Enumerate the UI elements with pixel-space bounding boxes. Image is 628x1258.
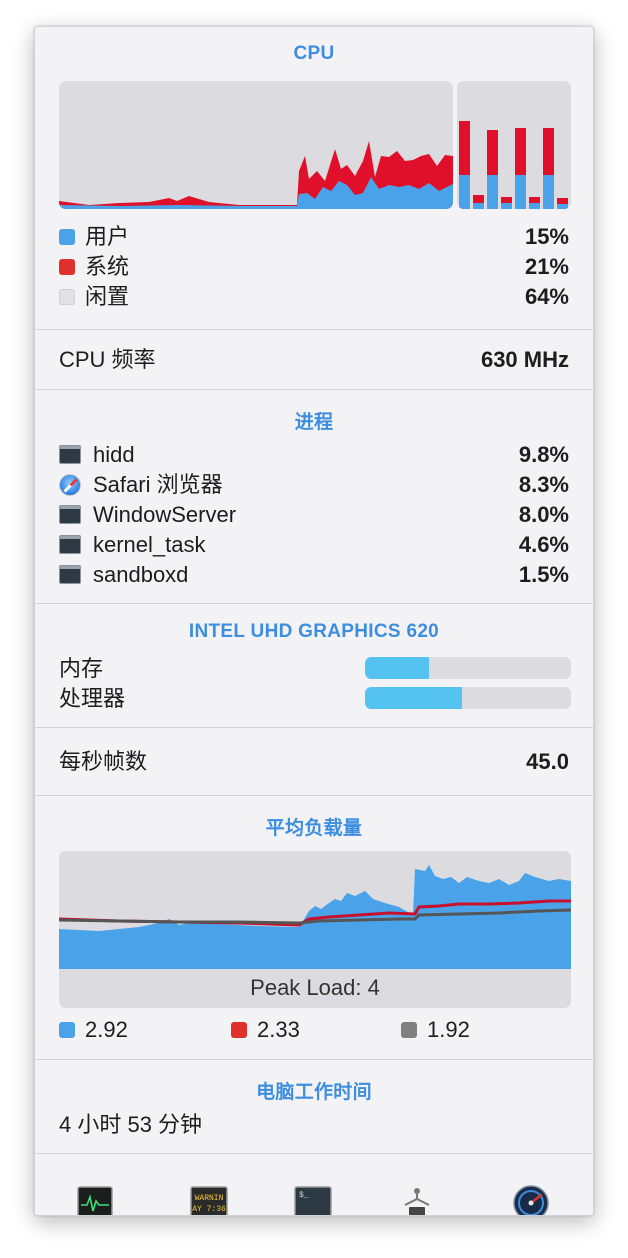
system-swatch — [59, 259, 75, 275]
cpu-user-value: 15% — [524, 224, 569, 249]
process-value: 1.5% — [518, 562, 569, 587]
uptime-row: 4 小时 53 分钟 — [59, 1110, 569, 1140]
core-bar — [487, 130, 498, 209]
cpu-idle-label: 闲置 — [85, 284, 130, 309]
load-graph: Peak Load: 4 — [59, 851, 571, 1008]
divider — [35, 1153, 593, 1154]
cpu-history-graph — [59, 81, 453, 209]
fps-label: 每秒帧数 — [59, 749, 148, 774]
load-5min-legend: 2.33 — [231, 1015, 371, 1045]
processes-title: 进程 — [294, 412, 334, 433]
console-icon-text-top: WARNIN — [195, 1194, 224, 1203]
gpu-processor-label: 处理器 — [59, 686, 126, 711]
gpu-memory-bar-fill — [365, 657, 429, 679]
idle-swatch — [59, 289, 75, 305]
process-row-windowserver[interactable]: WindowServer 8.0% — [59, 500, 569, 530]
terminal-icon — [59, 445, 81, 464]
gpu-processor-bar-fill — [365, 687, 462, 709]
gpu-title: INTEL UHD GRAPHICS 620 — [188, 621, 440, 642]
cpu-user-label: 用户 — [85, 224, 130, 249]
user-swatch — [59, 229, 75, 245]
process-row-kernel-task[interactable]: kernel_task 4.6% — [59, 530, 569, 560]
console-icon: WARNIN AY 7:36 — [190, 1186, 228, 1215]
process-name: hidd — [93, 442, 135, 467]
system-information-icon — [404, 1188, 430, 1215]
divider — [35, 1059, 593, 1060]
process-value: 9.8% — [518, 442, 569, 467]
cpu-history-svg — [59, 141, 453, 209]
process-name: WindowServer — [93, 502, 237, 527]
console-icon-text-bottom: AY 7:36 — [192, 1205, 226, 1214]
core-bar — [459, 121, 470, 209]
terminal-icon — [59, 565, 81, 584]
console-button[interactable]: WARNIN AY 7:36 — [189, 1183, 229, 1215]
load-title: 平均负载量 — [265, 818, 363, 839]
core-bar — [543, 128, 554, 209]
activity-monitor-button[interactable] — [75, 1183, 115, 1215]
terminal-icon — [59, 505, 81, 524]
load-1min-value: 2.92 — [85, 1017, 128, 1042]
process-name: kernel_task — [93, 532, 206, 557]
disk-utility-button[interactable] — [511, 1183, 551, 1215]
gpu-memory-bar — [365, 657, 571, 679]
system-information-button[interactable] — [397, 1183, 437, 1215]
divider — [35, 795, 593, 796]
activity-monitor-icon — [77, 1186, 113, 1215]
process-row-sandboxd[interactable]: sandboxd 1.5% — [59, 560, 569, 590]
divider — [35, 329, 593, 330]
core-bar — [529, 197, 540, 209]
svg-text:$_: $_ — [299, 1191, 309, 1200]
peak-load-label: Peak Load: 4 — [250, 975, 380, 1000]
cpu-cores-svg — [459, 121, 568, 209]
core-bar — [557, 198, 568, 209]
cpu-idle-row: 闲置 64% — [59, 282, 569, 312]
cpu-system-label: 系统 — [85, 254, 130, 279]
process-row-hidd[interactable]: hidd 9.8% — [59, 440, 569, 470]
divider — [35, 727, 593, 728]
cpu-frequency-row: CPU 频率 630 MHz — [59, 345, 569, 375]
process-value: 4.6% — [518, 532, 569, 557]
terminal-icon: $_ — [294, 1186, 332, 1215]
gpu-processor-bar — [365, 687, 571, 709]
load-15min-value: 1.92 — [427, 1017, 470, 1042]
cpu-system-value: 21% — [524, 254, 569, 279]
terminal-button[interactable]: $_ — [293, 1183, 333, 1215]
load-history-svg — [59, 851, 571, 969]
load-5min-swatch — [231, 1022, 247, 1038]
divider — [35, 389, 593, 390]
cpu-idle-value: 64% — [524, 284, 569, 309]
fps-row: 每秒帧数 45.0 — [59, 747, 569, 777]
process-value: 8.3% — [518, 472, 569, 497]
load-1min-legend: 2.92 — [59, 1015, 199, 1045]
load-15min-swatch — [401, 1022, 417, 1038]
load-1min-swatch — [59, 1022, 75, 1038]
process-row-safari[interactable]: Safari 浏览器 8.3% — [59, 470, 569, 500]
cpu-title: CPU — [293, 43, 335, 64]
terminal-icon — [59, 535, 81, 554]
cpu-system-row: 系统 21% — [59, 252, 569, 282]
uptime-value: 4 小时 53 分钟 — [59, 1112, 203, 1137]
fps-value: 45.0 — [526, 749, 569, 774]
divider — [35, 603, 593, 604]
process-name: sandboxd — [93, 562, 189, 587]
core-bar — [473, 195, 484, 209]
process-value: 8.0% — [518, 502, 569, 527]
gpu-memory-label: 内存 — [59, 656, 104, 681]
process-name: Safari 浏览器 — [93, 472, 223, 497]
core-bar — [501, 197, 512, 209]
istat-menu-panel: CPU 用户 15% 系统 21% 闲置 64% CPU 频率 630 MHz … — [34, 26, 594, 1216]
cpu-frequency-value: 630 MHz — [480, 347, 569, 372]
safari-icon — [59, 474, 81, 496]
cpu-user-row: 用户 15% — [59, 222, 569, 252]
cpu-frequency-label: CPU 频率 — [59, 347, 156, 372]
disk-utility-icon — [513, 1185, 549, 1215]
load-5min-value: 2.33 — [257, 1017, 300, 1042]
load-15min-legend: 1.92 — [401, 1015, 541, 1045]
core-bar — [515, 128, 526, 209]
cpu-cores-graph — [457, 81, 571, 209]
uptime-title: 电脑工作时间 — [256, 1082, 372, 1103]
